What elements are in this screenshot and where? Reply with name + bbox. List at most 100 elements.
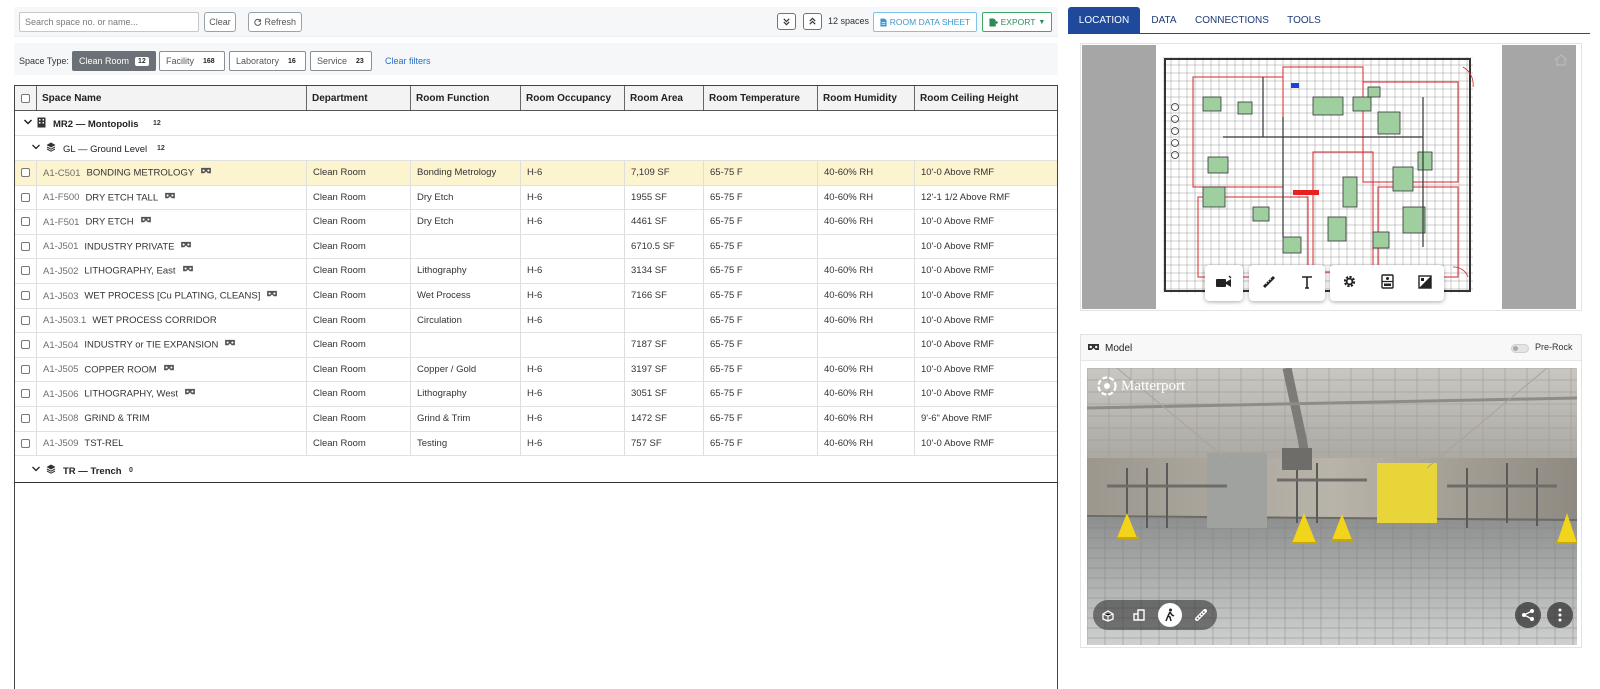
dollhouse-view-button[interactable] [1096, 603, 1120, 627]
space-code: A1-J501 [43, 241, 79, 253]
text-tool-icon[interactable] [1300, 275, 1314, 292]
table-row[interactable]: A1-J505 COPPER ROOM Clean Room Copper / Gol… [15, 357, 1057, 383]
table-row[interactable]: A1-J504 INDUSTRY or TIE EXPANSION Clean Ro… [15, 333, 1057, 358]
group-row-level-gl[interactable]: GL — Ground Level 12 [15, 136, 1057, 161]
contrast-icon[interactable] [1418, 274, 1432, 292]
tab-data[interactable]: DATA [1146, 7, 1182, 34]
table-row[interactable]: A1-F500 DRY ETCH TALL Clean Room Dry Etch H-… [15, 185, 1057, 211]
clear-button[interactable]: Clear [204, 12, 236, 32]
chevron-down-icon[interactable] [23, 117, 33, 130]
measure-tool-group [1249, 265, 1325, 301]
tab-tools[interactable]: TOOLS [1284, 7, 1324, 34]
table-row[interactable]: A1-J508 GRIND & TRIM Clean Room Grind & Tri… [15, 407, 1057, 432]
row-checkbox[interactable] [21, 340, 30, 350]
expand-all-button[interactable] [803, 13, 822, 30]
group-row-building[interactable]: MR2 — Montopolis 12 [15, 111, 1057, 136]
column-header-space-name[interactable]: Space Name [36, 86, 306, 110]
gear-icon[interactable] [1342, 274, 1357, 292]
table-row[interactable]: A1-J503 WET PROCESS [Cu PLATING, CLEANS] C… [15, 284, 1057, 309]
measure-button[interactable] [1189, 603, 1213, 627]
column-header-room-temperature[interactable]: Room Temperature [703, 86, 817, 110]
space-name: GRIND & TRIM [84, 413, 150, 424]
tab-connections[interactable]: CONNECTIONS [1192, 7, 1272, 34]
filter-chip-clean-room[interactable]: Clean Room 12 [72, 51, 156, 71]
row-checkbox[interactable] [21, 389, 30, 399]
space-name: INDUSTRY PRIVATE [84, 241, 175, 253]
row-checkbox[interactable] [21, 266, 30, 276]
group-row-level-tr[interactable]: TR — Trench 0 [15, 458, 1057, 483]
vr-headset-icon[interactable] [180, 235, 192, 259]
group-count: 0 [129, 467, 133, 474]
video-camera-icon[interactable] [1215, 275, 1233, 292]
row-checkbox[interactable] [21, 291, 30, 300]
table-row[interactable]: A1-J502 LITHOGRAPHY, East Clean Room Lithog… [15, 259, 1057, 284]
row-checkbox[interactable] [21, 414, 30, 423]
row-checkbox[interactable] [21, 315, 30, 325]
cell-department: Clean Room [306, 210, 410, 235]
cell-room-function [410, 234, 520, 259]
filter-chip-laboratory[interactable]: Laboratory 16 [229, 51, 306, 71]
vr-headset-icon[interactable] [224, 333, 236, 357]
vr-headset-icon[interactable] [200, 161, 212, 185]
cell-room-ceiling-height: 10'-0 Above RMF [914, 234, 1057, 259]
vr-headset-icon[interactable] [184, 382, 196, 406]
column-header-room-area[interactable]: Room Area [624, 86, 703, 110]
column-header-department[interactable]: Department [306, 86, 410, 110]
row-checkbox[interactable] [21, 168, 30, 177]
ruler-icon[interactable] [1261, 274, 1277, 293]
vr-headset-icon[interactable] [182, 259, 194, 283]
refresh-button[interactable]: Refresh [248, 12, 302, 32]
table-row[interactable]: A1-J506 LITHOGRAPHY, West Clean Room Lithog… [15, 382, 1057, 407]
cell-room-area: 1955 SF [624, 185, 703, 210]
row-checkbox[interactable] [21, 217, 30, 227]
vr-headset-icon[interactable] [163, 358, 175, 382]
column-header-room-function[interactable]: Room Function [410, 86, 520, 110]
filter-chip-service[interactable]: Service 23 [310, 51, 372, 71]
more-options-button[interactable] [1547, 602, 1573, 628]
row-checkbox[interactable] [21, 364, 30, 374]
tab-location[interactable]: LOCATION [1068, 7, 1140, 34]
cell-room-humidity: 40-60% RH [817, 382, 914, 407]
matterport-logo: Matterport [1097, 376, 1185, 396]
table-row[interactable]: A1-F501 DRY ETCH Clean Room Dry Etch H-6 4461… [15, 210, 1057, 235]
floor-plan-drawing[interactable] [1163, 57, 1483, 293]
chevron-down-icon[interactable] [31, 142, 41, 155]
select-all-checkbox[interactable] [21, 94, 30, 103]
cell-space-name: A1-J505 COPPER ROOM [36, 357, 306, 382]
filter-chip-facility[interactable]: Facility 168 [159, 51, 225, 71]
column-header-room-occupancy[interactable]: Room Occupancy [520, 86, 624, 110]
export-button[interactable]: EXPORT ▼ [982, 12, 1052, 32]
vr-headset-icon[interactable] [164, 186, 176, 210]
cell-room-ceiling-height: 10'-0 Above RMF [914, 161, 1057, 185]
room-data-sheet-button[interactable]: ROOM DATA SHEET [873, 12, 977, 32]
clear-filters-link[interactable]: Clear filters [385, 56, 431, 66]
share-button[interactable] [1515, 602, 1541, 628]
row-checkbox[interactable] [21, 192, 30, 202]
space-name: BONDING METROLOGY [86, 167, 195, 179]
layers-panel-icon[interactable] [1381, 274, 1394, 292]
vr-headset-icon[interactable] [140, 210, 152, 234]
pre-rock-toggle[interactable] [1511, 344, 1529, 353]
floor-plan-viewer[interactable] [1080, 43, 1582, 311]
column-header-room-humidity[interactable]: Room Humidity [817, 86, 914, 110]
cell-room-ceiling-height: 10'-0 Above RMF [914, 308, 1057, 333]
home-icon[interactable] [1554, 54, 1568, 69]
vr-headset-icon[interactable] [266, 284, 278, 308]
table-row[interactable]: A1-J503.1 WET PROCESS CORRIDOR Clean Room C… [15, 308, 1057, 334]
cell-room-temperature: 65-75 F [703, 284, 817, 308]
table-row[interactable]: A1-J501 INDUSTRY PRIVATE Clean Room 6710.5 … [15, 234, 1057, 260]
matterport-viewer[interactable]: Matterport [1087, 368, 1577, 645]
space-name: DRY ETCH [85, 216, 134, 228]
column-header-room-ceiling-height[interactable]: Room Ceiling Height [914, 86, 1057, 110]
row-checkbox[interactable] [21, 241, 30, 251]
search-input[interactable] [19, 12, 199, 32]
table-row[interactable]: A1-C501 BONDING METROLOGY Clean Room Bondin… [15, 161, 1057, 186]
table-row[interactable]: A1-J509 TST-REL Clean Room Testing H-6 757 SF… [15, 431, 1057, 457]
floor-plan-view-button[interactable] [1127, 603, 1151, 627]
walk-view-button[interactable] [1158, 603, 1182, 627]
row-checkbox[interactable] [21, 438, 30, 448]
space-name: INDUSTRY or TIE EXPANSION [84, 339, 219, 351]
collapse-all-button[interactable] [777, 13, 796, 30]
filter-chip-label: Clean Room [79, 56, 130, 66]
chevron-down-icon[interactable] [31, 464, 41, 477]
